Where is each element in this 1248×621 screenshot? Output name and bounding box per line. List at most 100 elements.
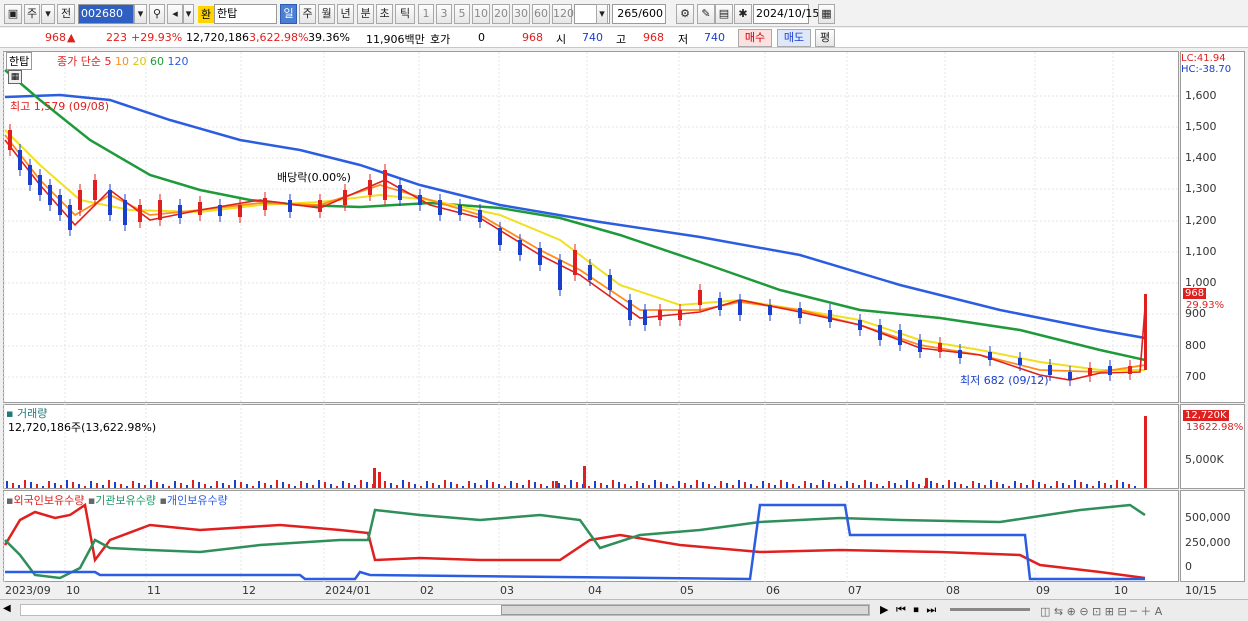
volume-bar (336, 486, 338, 488)
candle-body (1068, 372, 1072, 380)
volume-bar (876, 484, 878, 488)
volume-bar (48, 481, 50, 488)
volume-bar (474, 483, 476, 488)
volume-bar (294, 486, 296, 488)
volume-bar (750, 484, 752, 488)
volume-bar (990, 480, 992, 488)
candle-body (573, 250, 577, 275)
price-y-tick: 1,000 (1185, 276, 1217, 289)
volume-bar (360, 480, 362, 488)
volume-bar (162, 484, 164, 488)
volume-bar (432, 483, 434, 488)
volume-pct-tag: 13622.98% (1186, 422, 1244, 433)
volume-bar (960, 484, 962, 488)
volume-bar (42, 486, 44, 488)
scroll-thumb[interactable] (501, 605, 869, 615)
volume-bar (102, 485, 104, 488)
volume-bar (858, 485, 860, 488)
volume-bar (144, 485, 146, 488)
volume-bar (426, 481, 428, 488)
volume-bar (972, 481, 974, 488)
price-y-tick: 1,400 (1185, 151, 1217, 164)
candle-body (658, 310, 662, 320)
volume-spike (583, 466, 586, 488)
scroll-track[interactable] (20, 604, 870, 616)
volume-bar (996, 482, 998, 488)
volume-bar (1074, 480, 1076, 488)
ma120-line (4, 93, 1146, 340)
volume-bar (330, 484, 332, 488)
volume-bar (270, 485, 272, 488)
volume-bar (132, 481, 134, 488)
volume-bar (480, 485, 482, 488)
volume-bar (1026, 485, 1028, 488)
volume-bar (414, 484, 416, 488)
volume-bar (120, 484, 122, 488)
candle-body (608, 275, 612, 290)
volume-bar (1086, 484, 1088, 488)
volume-bar (246, 484, 248, 488)
volume-bar (282, 482, 284, 488)
volume-bar (60, 485, 62, 488)
volume-bar (306, 483, 308, 488)
volume-bar (180, 483, 182, 488)
volume-bar (732, 485, 734, 488)
volume-bar (606, 485, 608, 488)
volume-bar (798, 486, 800, 488)
volume-summary: 12,720,186주(13,622.98%) (8, 421, 157, 434)
candle-body (178, 205, 182, 218)
volume-bar (510, 481, 512, 488)
candle-body (988, 352, 992, 360)
price-y-tick: 1,100 (1185, 245, 1217, 258)
volume-bar (384, 481, 386, 488)
volume-spike (373, 468, 376, 488)
volume-bar (240, 482, 242, 488)
volume-spike (555, 481, 558, 488)
volume-bar (588, 486, 590, 488)
table-icon[interactable]: ▦ (8, 70, 22, 84)
candle-body (1108, 366, 1112, 375)
candle-body (28, 165, 32, 185)
scroll-left-icon[interactable]: ◀ (3, 603, 17, 617)
volume-bar (1032, 480, 1034, 488)
candle-body (1018, 358, 1022, 365)
volume-bar (216, 481, 218, 488)
volume-bar (744, 482, 746, 488)
high-marker: 최고 1,579 (09/08) (10, 100, 110, 113)
candle-body (938, 343, 942, 352)
volume-bar (1020, 483, 1022, 488)
volume-bar (546, 486, 548, 488)
institution-holdings-line (4, 503, 1146, 580)
candle-body (48, 185, 52, 205)
candle-body (8, 130, 12, 150)
volume-bar (1056, 481, 1058, 488)
play-controls-icon[interactable]: ▶ ⏮ ⏹ ⏭ (880, 603, 938, 617)
volume-bar (210, 486, 212, 488)
scroll-bar[interactable]: ◀ ▶ ⏮ ⏹ ⏭ ◫ ⇆ ⊕ ⊖ ⊡ ⊞ ⊟ ─ ＋ A (0, 599, 1248, 621)
stock-label[interactable]: 한탑 (6, 52, 33, 70)
volume-bar (228, 485, 230, 488)
candle-body (918, 340, 922, 352)
volume-bar (942, 485, 944, 488)
volume-bar (1098, 481, 1100, 488)
zoom-slider[interactable] (950, 608, 1030, 611)
zoom-icons[interactable]: ◫ ⇆ ⊕ ⊖ ⊡ ⊞ ⊟ ─ ＋ A (1040, 603, 1162, 619)
volume-bar (840, 486, 842, 488)
volume-bar (774, 485, 776, 488)
price-y-tick: 1,600 (1185, 89, 1217, 102)
volume-bar (660, 482, 662, 488)
volume-bar (24, 480, 26, 488)
volume-bar (114, 482, 116, 488)
volume-bar (726, 483, 728, 488)
candle-body (588, 265, 592, 280)
x-axis-tick: 10 (1114, 584, 1128, 597)
volume-y-tick: 5,000K (1185, 453, 1224, 466)
x-axis-tick: 03 (500, 584, 514, 597)
volume-bar (564, 485, 566, 488)
candle-body (123, 200, 127, 225)
volume-bar (504, 486, 506, 488)
volume-bar (390, 483, 392, 488)
volume-bar (690, 485, 692, 488)
volume-bar (852, 483, 854, 488)
volume-bar (834, 484, 836, 488)
